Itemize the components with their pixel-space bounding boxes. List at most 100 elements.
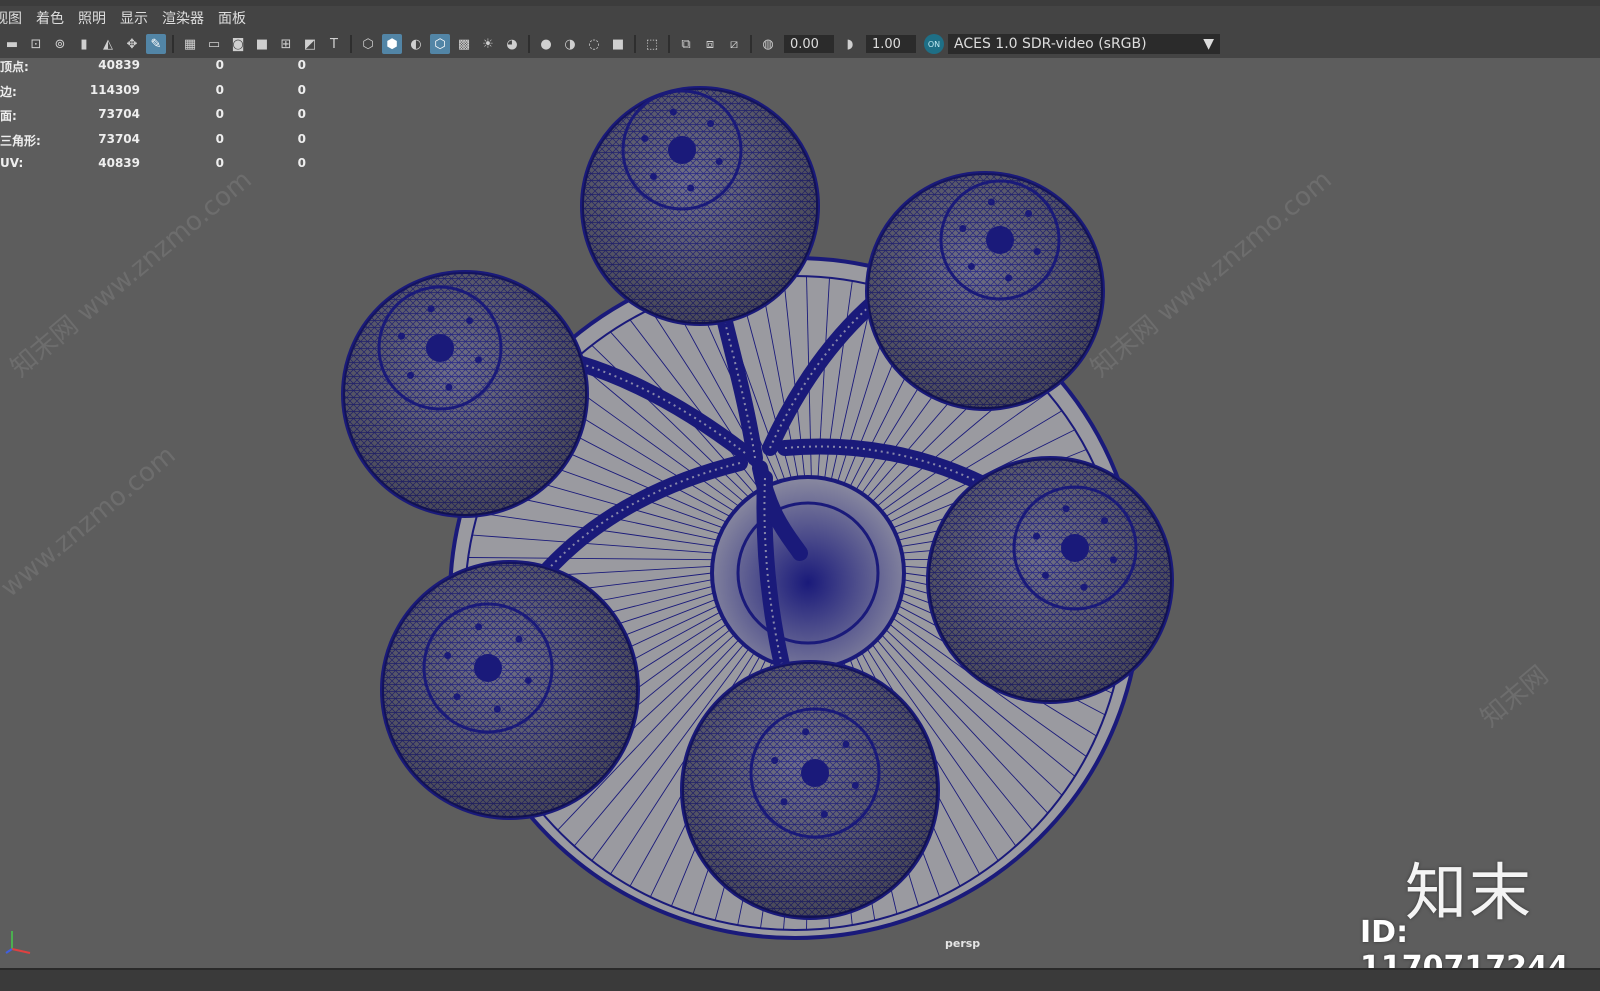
globe-screw (1101, 517, 1109, 525)
svg-text:www.znzmo.com: www.znzmo.com (0, 440, 182, 603)
toolbar-separator (634, 35, 636, 53)
hud-row-edges: 边: 114309 0 0 (0, 83, 320, 108)
lights-icon[interactable]: ☀ (478, 34, 498, 54)
hud-value: 0 (215, 107, 224, 121)
globe-screw (444, 652, 452, 660)
globe-socket (668, 136, 696, 164)
xray-joints-icon[interactable]: ⧈ (700, 34, 720, 54)
hud-value: 73704 (98, 107, 140, 121)
3d-viewport[interactable]: 知末网 www.znzmo.com 知末网 www.znzmo.com www.… (0, 58, 1600, 968)
globe-socket (801, 759, 829, 787)
hud-value: 40839 (98, 58, 140, 72)
globe-socket (474, 654, 502, 682)
hud-value: 0 (215, 58, 224, 72)
globe-screw (842, 740, 850, 748)
toolbar-separator (668, 35, 670, 53)
xray-icon[interactable]: ⧉ (676, 34, 696, 54)
exposure-field[interactable]: 0.00 (784, 35, 834, 53)
film-gate-icon[interactable]: ▭ (204, 34, 224, 54)
hud-value: 0 (297, 82, 306, 97)
hud-value: 0 (215, 131, 224, 146)
globe-screw (398, 332, 406, 340)
globe-screw (707, 120, 715, 128)
globe-shade (380, 560, 640, 820)
grid-icon[interactable]: ▦ (180, 34, 200, 54)
globe-screw (515, 635, 523, 643)
gamma-field[interactable]: 1.00 (866, 35, 916, 53)
globe-screw (466, 317, 474, 325)
globe-screw (771, 757, 779, 765)
panel-menu-bar: 视图 着色 照明 显示 渲染器 面板 (0, 6, 1600, 30)
isolate-select-icon[interactable]: ⬚ (642, 34, 662, 54)
menu-renderer[interactable]: 渲染器 (162, 8, 204, 28)
globe-screw (641, 134, 649, 142)
textured-icon[interactable]: ▩ (454, 34, 474, 54)
hud-label: 面: (0, 109, 17, 123)
gamma-icon[interactable]: ◗ (840, 34, 860, 54)
globe-shading (382, 562, 638, 818)
menu-view[interactable]: 视图 (0, 8, 22, 28)
safe-title-icon[interactable]: T (324, 34, 344, 54)
wireframe-on-shaded-icon[interactable]: ⬡ (430, 34, 450, 54)
resolution-gate-icon[interactable]: ◙ (228, 34, 248, 54)
viewport-bottom-bar (0, 968, 1600, 991)
field-chart-icon[interactable]: ⊞ (276, 34, 296, 54)
hud-value: 40839 (98, 156, 140, 170)
camera-lock-icon[interactable]: ⊡ (26, 34, 46, 54)
camera-attributes-icon[interactable]: ⊚ (50, 34, 70, 54)
globe-screw (820, 810, 828, 818)
globe-shade (580, 86, 820, 326)
menu-show[interactable]: 显示 (120, 8, 148, 28)
hud-row-uvs: UV: 40839 0 0 (0, 156, 320, 181)
hud-value: 0 (215, 156, 224, 170)
globe-screw (851, 781, 859, 789)
exposure-icon[interactable]: ◍ (758, 34, 778, 54)
menu-lighting[interactable]: 照明 (78, 8, 106, 28)
flat-shade-icon[interactable]: ◐ (406, 34, 426, 54)
depth-of-field-icon[interactable]: ■ (608, 34, 628, 54)
globe-screw (967, 262, 975, 270)
shadows-icon[interactable]: ◕ (502, 34, 522, 54)
hud-value: 0 (215, 82, 224, 97)
globe-shade (926, 456, 1174, 704)
globe-screw (687, 184, 695, 192)
toolbar-separator (350, 35, 352, 53)
safe-action-icon[interactable]: ◩ (300, 34, 320, 54)
ambient-occlusion-icon[interactable]: ● (536, 34, 556, 54)
menu-shading[interactable]: 着色 (36, 8, 64, 28)
image-plane-icon[interactable]: ◭ (98, 34, 118, 54)
globe-screw (1033, 248, 1041, 256)
colorspace-dropdown[interactable]: ACES 1.0 SDR-video (sRGB) ▼ (948, 34, 1220, 54)
globe-screw (406, 371, 414, 379)
motion-blur-icon[interactable]: ◑ (560, 34, 580, 54)
globe-screw (959, 224, 967, 232)
globe-screw (445, 383, 453, 391)
globe-socket (986, 226, 1014, 254)
gate-mask-icon[interactable]: ■ (252, 34, 272, 54)
globe-screw (780, 798, 788, 806)
hud-row-faces: 面: 73704 0 0 (0, 107, 320, 132)
menu-panels[interactable]: 面板 (218, 8, 246, 28)
hud-value: 0 (297, 58, 306, 72)
globe-screw (1080, 583, 1088, 591)
globe-screw (1025, 210, 1033, 218)
hud-row-vertices: 顶点: 40839 0 0 (0, 58, 320, 83)
antialias-icon[interactable]: ◌ (584, 34, 604, 54)
wireframe-icon[interactable]: ⬡ (358, 34, 378, 54)
globe-screw (474, 356, 482, 364)
globe-screw (493, 705, 501, 713)
smooth-shade-icon[interactable]: ⬢ (382, 34, 402, 54)
pan-zoom-icon[interactable]: ✥ (122, 34, 142, 54)
grease-pencil-icon[interactable]: ✎ (146, 34, 166, 54)
color-management-toggle[interactable]: ON (924, 34, 944, 54)
toolbar-separator (528, 35, 530, 53)
hud-value: 0 (297, 131, 306, 146)
globe-screw (987, 198, 995, 206)
globe-screw (1109, 556, 1117, 564)
globe-screw (524, 676, 532, 684)
globe-screw (715, 158, 723, 166)
globe-screw (427, 305, 435, 313)
bookmark-icon[interactable]: ▮ (74, 34, 94, 54)
backface-icon[interactable]: ⧄ (724, 34, 744, 54)
camera-select-icon[interactable]: ▬ (2, 34, 22, 54)
